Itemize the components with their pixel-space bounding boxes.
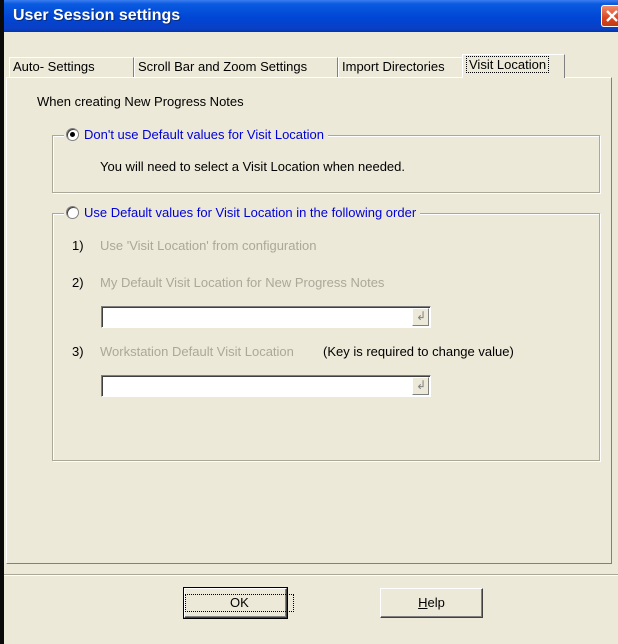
tab-label: Auto- Settings — [13, 59, 95, 74]
workstation-visit-location-combo[interactable]: ↲ — [101, 375, 431, 397]
tab-label: Scroll Bar and Zoom Settings — [138, 59, 308, 74]
tab-visit-location[interactable]: Visit Location — [462, 54, 565, 78]
option1-radio[interactable]: Don't use Default values for Visit Locat… — [64, 127, 328, 142]
option1-note: You will need to select a Visit Location… — [100, 159, 405, 174]
item3-text: Workstation Default Visit Location — [100, 344, 294, 359]
item2-number: 2) — [72, 275, 84, 290]
close-button[interactable] — [601, 5, 618, 27]
item1-text: Use 'Visit Location' from configuration — [100, 238, 317, 253]
combo1-dropdown-button[interactable]: ↲ — [412, 308, 429, 326]
button-separator — [4, 574, 618, 576]
dropdown-arrow-icon: ↲ — [416, 309, 427, 323]
tab-label: Visit Location — [466, 56, 550, 73]
visit-location-panel: When creating New Progress Notes Don't u… — [6, 77, 612, 564]
window-title: User Session settings — [13, 7, 181, 24]
help-label: Help — [418, 595, 445, 610]
option1-label: Don't use Default values for Visit Locat… — [84, 127, 324, 142]
dropdown-arrow-icon: ↲ — [416, 378, 427, 392]
dialog-client: Auto- Settings Scroll Bar and Zoom Setti… — [4, 32, 618, 644]
item3-number: 3) — [72, 344, 84, 359]
panel-heading: When creating New Progress Notes — [37, 94, 244, 109]
ok-button[interactable]: OK — [183, 587, 294, 619]
ok-label: OK — [185, 594, 294, 612]
my-default-visit-location-combo[interactable]: ↲ — [101, 306, 431, 328]
help-accelerator: H — [418, 595, 428, 610]
radio-selected-icon — [66, 128, 79, 141]
item2-text: My Default Visit Location for New Progre… — [100, 275, 385, 290]
key-required-note: (Key is required to change value) — [323, 344, 514, 359]
tab-scroll-bar-zoom[interactable]: Scroll Bar and Zoom Settings — [134, 57, 338, 77]
help-label-rest: elp — [427, 595, 445, 610]
close-icon — [606, 10, 618, 22]
tab-import-directories[interactable]: Import Directories — [338, 57, 464, 77]
option2-radio[interactable]: Use Default values for Visit Location in… — [64, 205, 421, 220]
combo2-dropdown-button[interactable]: ↲ — [412, 377, 429, 395]
dialog-window: User Session settings Auto- Settings Scr… — [0, 0, 618, 644]
tab-auto-settings[interactable]: Auto- Settings — [9, 57, 134, 77]
item1-number: 1) — [72, 238, 84, 253]
title-bar[interactable]: User Session settings — [4, 0, 618, 32]
radio-unselected-icon — [66, 206, 79, 219]
tab-label: Import Directories — [342, 59, 445, 74]
help-button[interactable]: Help — [380, 588, 483, 618]
option2-label: Use Default values for Visit Location in… — [84, 205, 417, 220]
